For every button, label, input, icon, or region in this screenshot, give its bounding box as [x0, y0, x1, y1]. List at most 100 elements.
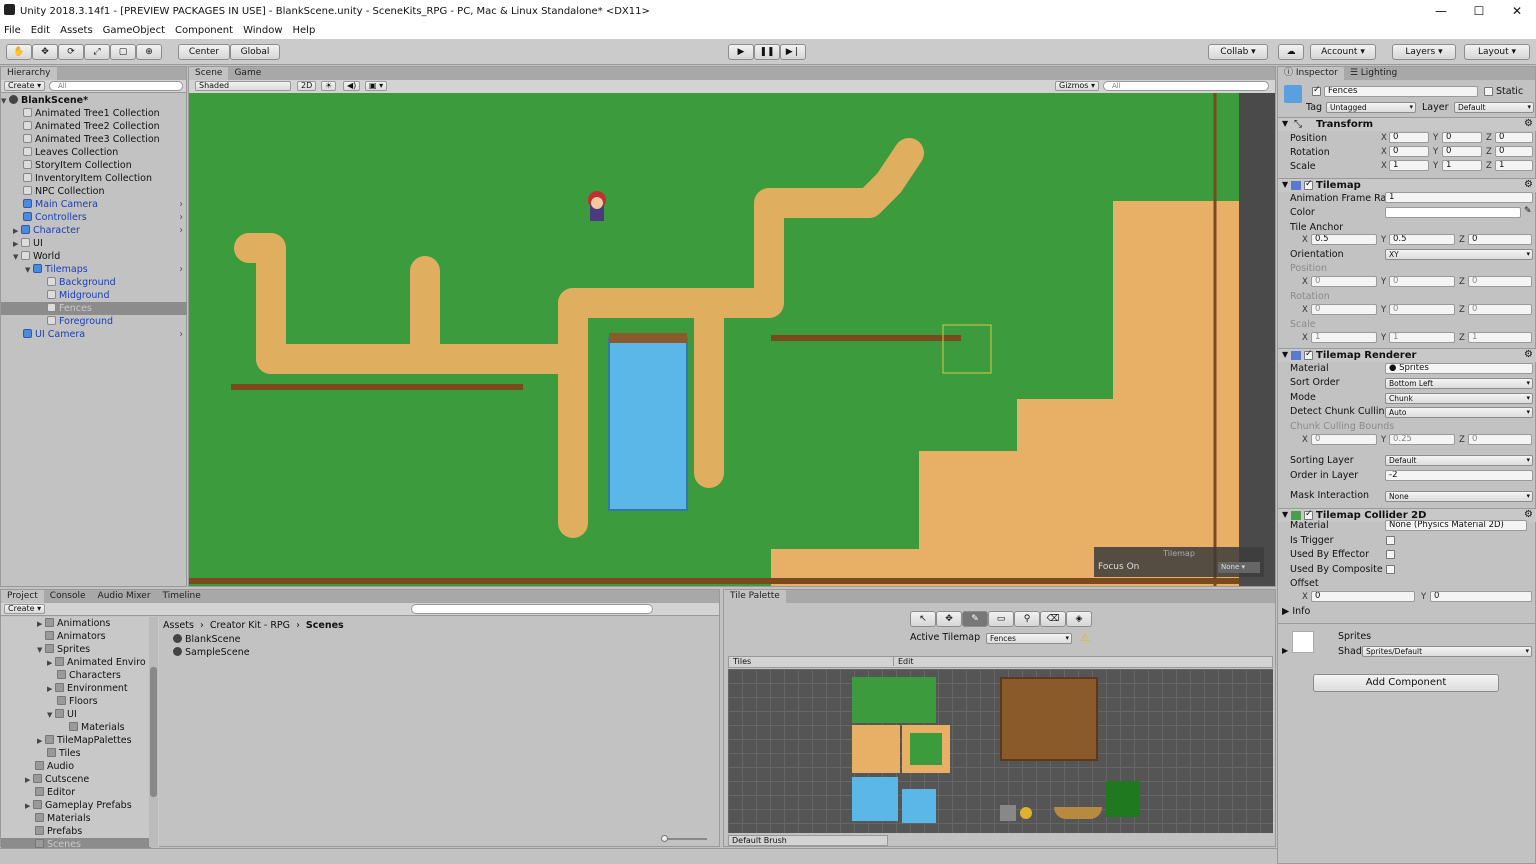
play-icon[interactable]: ▶ — [728, 44, 754, 60]
layers-dropdown[interactable]: Layers ▾ — [1392, 44, 1456, 60]
folder-item[interactable]: Floors — [1, 695, 151, 708]
eraser-icon[interactable]: ⌫ — [1040, 611, 1066, 627]
scene-search-input[interactable]: All — [1103, 81, 1269, 91]
tab-tile-palette[interactable]: Tile Palette — [724, 590, 786, 603]
step-icon[interactable]: ▶❘ — [780, 44, 806, 60]
sort-order-dropdown[interactable]: Bottom Left — [1385, 378, 1533, 389]
scale-z-field[interactable]: 1 — [1495, 160, 1533, 171]
folder-item[interactable]: ▶ Animated Enviro — [1, 656, 151, 669]
menu-help[interactable]: Help — [293, 25, 316, 36]
edit-button[interactable]: Edit — [893, 657, 914, 666]
scale-x-field[interactable]: 1 — [1389, 160, 1429, 171]
gizmos-dropdown[interactable]: Gizmos ▾ — [1055, 81, 1100, 91]
hierarchy-item[interactable]: Animated Tree2 Collection — [1, 120, 187, 133]
mode-2d-toggle[interactable]: 2D — [297, 81, 317, 91]
physics-material-field[interactable]: None (Physics Material 2D) — [1385, 520, 1527, 531]
close-icon[interactable]: ✕ — [1498, 0, 1536, 22]
tilemap-enabled-checkbox[interactable] — [1304, 179, 1313, 190]
brush-dropdown[interactable]: Default Brush — [728, 835, 888, 846]
shading-mode-dropdown[interactable]: Shaded — [195, 81, 291, 91]
folder-item[interactable]: Prefabs — [1, 825, 151, 838]
palette-dropdown[interactable]: Tiles — [733, 657, 751, 666]
material-foldout-icon[interactable]: ▶ — [1282, 646, 1288, 655]
hierarchy-item-world[interactable]: ▼ World — [1, 250, 187, 263]
position-x-field[interactable]: 0 — [1389, 132, 1429, 143]
sorting-layer-dropdown[interactable]: Default — [1385, 455, 1533, 466]
folder-item[interactable]: Characters — [1, 669, 151, 682]
menu-gameobject[interactable]: GameObject — [103, 25, 165, 36]
hierarchy-item[interactable]: InventoryItem Collection — [1, 172, 187, 185]
paint-brush-icon[interactable]: ✎ — [962, 611, 988, 627]
scene-root[interactable]: ▼ BlankScene* — [1, 94, 187, 107]
mode-dropdown[interactable]: Chunk — [1385, 393, 1533, 404]
hierarchy-item[interactable]: StoryItem Collection — [1, 159, 187, 172]
anchor-x-field[interactable]: 0.5 — [1311, 234, 1377, 245]
is-trigger-checkbox[interactable] — [1386, 536, 1395, 545]
tab-lighting[interactable]: ☰ Lighting — [1344, 67, 1403, 80]
collab-button[interactable]: Collab ▾ — [1208, 44, 1268, 60]
project-search-input[interactable] — [411, 604, 653, 614]
effects-dropdown-icon[interactable]: ▣ ▾ — [365, 81, 388, 91]
project-create-button[interactable]: Create ▾ — [4, 604, 46, 614]
hierarchy-item[interactable]: Animated Tree3 Collection — [1, 133, 187, 146]
menu-window[interactable]: Window — [243, 25, 282, 36]
folder-item[interactable]: ▼ UI — [1, 708, 151, 721]
hierarchy-item-character[interactable]: ▶ Character › — [1, 224, 187, 237]
hierarchy-item-ui-camera[interactable]: UI Camera › — [1, 328, 187, 341]
folder-item[interactable]: ▶ Environment — [1, 682, 151, 695]
palette-grid[interactable] — [728, 669, 1273, 833]
eyedropper-icon[interactable]: ✎ — [1524, 206, 1532, 216]
cloud-icon[interactable]: ☁ — [1278, 44, 1304, 60]
active-checkbox[interactable] — [1312, 85, 1321, 96]
folder-item[interactable]: ▶ Animations — [1, 617, 151, 630]
offset-y-field[interactable]: 0 — [1430, 591, 1532, 602]
hierarchy-item-tilemaps[interactable]: ▼ Tilemaps › — [1, 263, 187, 276]
water-small-tile[interactable] — [902, 789, 936, 823]
detect-chunk-culling-dropdown[interactable]: Auto — [1385, 407, 1533, 418]
orientation-dropdown[interactable]: XY — [1385, 249, 1533, 260]
folder-item[interactable]: ▶ Cutscene — [1, 773, 151, 786]
hierarchy-item-midground[interactable]: Midground — [1, 289, 187, 302]
transform-header[interactable]: ▼ ⤡ Transform ⚙ — [1278, 117, 1536, 131]
menu-file[interactable]: File — [4, 25, 21, 36]
account-dropdown[interactable]: Account ▾ — [1310, 44, 1376, 60]
scene-file-item[interactable]: SampleScene — [173, 646, 323, 659]
move-tool-icon[interactable]: ✥ — [32, 44, 58, 60]
misc-tile[interactable] — [1000, 805, 1016, 821]
info-foldout[interactable]: ▶ Info — [1282, 606, 1310, 617]
folder-item[interactable]: Editor — [1, 786, 151, 799]
layer-dropdown[interactable]: Default — [1454, 102, 1534, 113]
anchor-y-field[interactable]: 0.5 — [1389, 234, 1455, 245]
offset-x-field[interactable]: 0 — [1311, 591, 1415, 602]
hierarchy-item[interactable]: Animated Tree1 Collection — [1, 107, 187, 120]
hierarchy-item-foreground[interactable]: Foreground — [1, 315, 187, 328]
hierarchy-item-ui[interactable]: ▶ UI — [1, 237, 187, 250]
tilemap-header[interactable]: ▼Tilemap⚙ — [1278, 178, 1536, 192]
grass-tile[interactable] — [852, 677, 936, 723]
component-settings-icon[interactable]: ⚙ — [1524, 349, 1533, 360]
tilemap-renderer-header[interactable]: ▼Tilemap Renderer⚙ — [1278, 348, 1536, 362]
position-y-field[interactable]: 0 — [1442, 132, 1482, 143]
coin-tile[interactable] — [1020, 807, 1032, 819]
tab-scene[interactable]: Scene — [189, 67, 229, 80]
hierarchy-item-controllers[interactable]: Controllers › — [1, 211, 187, 224]
hierarchy-item-main-camera[interactable]: Main Camera › — [1, 198, 187, 211]
fence-tiles-block[interactable] — [1000, 677, 1098, 761]
component-settings-icon[interactable]: ⚙ — [1524, 179, 1533, 190]
hierarchy-item-background[interactable]: Background — [1, 276, 187, 289]
folder-item[interactable]: Animators — [1, 630, 151, 643]
position-z-field[interactable]: 0 — [1495, 132, 1533, 143]
hierarchy-item[interactable]: Leaves Collection — [1, 146, 187, 159]
active-tilemap-dropdown[interactable]: Fences — [986, 633, 1072, 644]
folder-item[interactable]: ▼ Sprites — [1, 643, 151, 656]
animation-frame-rate-field[interactable]: 1 — [1385, 192, 1533, 203]
maximize-icon[interactable]: ☐ — [1460, 0, 1498, 22]
breadcrumb-creator-kit[interactable]: Creator Kit - RPG — [210, 620, 290, 631]
picker-icon[interactable]: ⚲ — [1014, 611, 1040, 627]
used-by-effector-checkbox[interactable] — [1386, 550, 1395, 559]
layout-dropdown[interactable]: Layout ▾ — [1464, 44, 1530, 60]
static-checkbox[interactable] — [1484, 87, 1493, 96]
hierarchy-create-button[interactable]: Create ▾ — [4, 81, 46, 91]
tab-console[interactable]: Console — [44, 590, 92, 603]
folder-item[interactable]: Materials — [1, 812, 151, 825]
